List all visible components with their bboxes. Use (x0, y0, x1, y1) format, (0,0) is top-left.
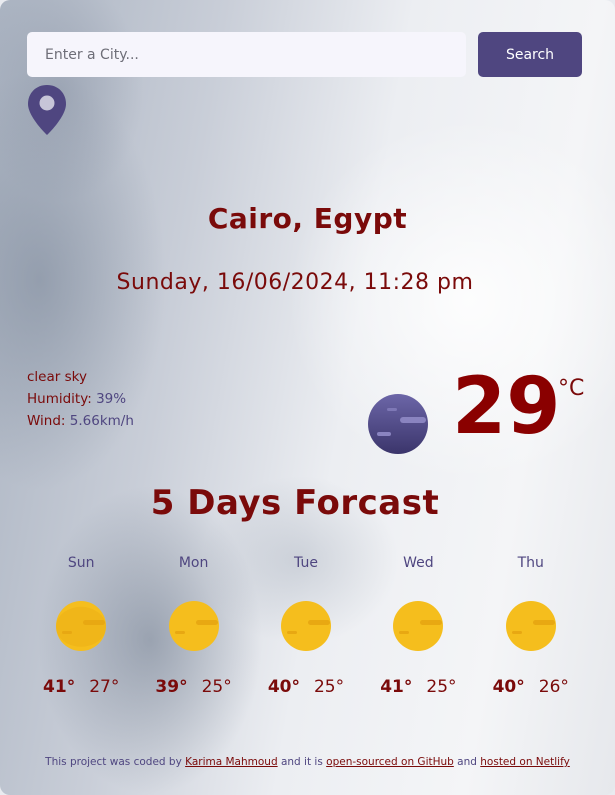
search-button[interactable]: Search (478, 32, 582, 77)
current-datetime: Sunday, 16/06/2024, 11:28 pm (116, 270, 474, 295)
forecast-day-name: Tue (294, 555, 318, 571)
forecast-temps: 41° 27° (43, 677, 119, 697)
wind-value: 5.66km/h (69, 413, 134, 429)
humidity: Humidity: 39% (27, 388, 134, 410)
forecast-min-temp: 26° (538, 677, 569, 697)
sun-icon (280, 601, 331, 651)
location-pin-icon[interactable] (27, 84, 67, 136)
search-form: Search (27, 32, 582, 77)
forecast-day: Sun 41° 27° (25, 555, 137, 697)
weather-description: clear sky (27, 369, 87, 385)
forecast-min-temp: 25° (201, 677, 232, 697)
netlify-link[interactable]: hosted on Netlify (480, 756, 570, 768)
forecast-list: Sun 41° 27° Mon 39° 25° Tue 40° 25° Wed … (25, 555, 587, 697)
forecast-day-name: Mon (178, 555, 209, 571)
forecast-temps: 40° 25° (268, 677, 344, 697)
forecast-day-name: Sun (67, 555, 95, 571)
forecast-max-temp: 40° (492, 677, 525, 697)
wind-label: Wind: (27, 413, 66, 429)
author-link[interactable]: Karima Mahmoud (185, 756, 278, 768)
forecast-day: Wed 41° 25° (362, 555, 474, 697)
forecast-max-temp: 41° (43, 677, 76, 697)
sun-icon (56, 601, 107, 651)
search-input[interactable] (27, 32, 466, 77)
forecast-min-temp: 25° (313, 677, 345, 697)
sun-icon (393, 601, 444, 651)
temperature-unit: °C (558, 376, 585, 401)
humidity-label: Humidity: (27, 391, 92, 407)
clear-night-moon-icon (368, 394, 428, 454)
forecast-min-temp: 27° (89, 677, 120, 697)
footer: This project was coded by Karima Mahmoud… (0, 756, 615, 768)
forecast-temps: 40° 26° (493, 677, 569, 697)
forecast-max-temp: 40° (267, 677, 300, 697)
forecast-day: Tue 40° 25° (250, 555, 362, 697)
forecast-temps: 39° 25° (155, 677, 231, 697)
forecast-min-temp: 25° (426, 677, 457, 697)
current-temperature: 29 (452, 362, 561, 452)
sun-icon (168, 601, 219, 651)
footer-text: and (453, 756, 481, 768)
forecast-day: Thu 40° 26° (475, 555, 587, 697)
humidity-value: 39% (96, 391, 127, 407)
wind: Wind: 5.66km/h (27, 410, 134, 432)
forecast-max-temp: 39° (155, 677, 188, 697)
forecast-day-name: Wed (403, 555, 434, 571)
weather-app: Search Cairo, Egypt Sunday, 16/06/2024, … (0, 0, 615, 795)
forecast-temps: 41° 25° (380, 677, 456, 697)
weather-details: clear sky Humidity: 39% Wind: 5.66km/h (27, 366, 134, 432)
footer-text: and it is (277, 756, 327, 768)
sun-icon (505, 601, 556, 651)
city-name: Cairo, Egypt (207, 202, 408, 235)
forecast-max-temp: 41° (380, 677, 413, 697)
github-link[interactable]: open-sourced on GitHub (326, 756, 454, 768)
forecast-day: Mon 39° 25° (137, 555, 249, 697)
forecast-day-name: Thu (517, 555, 544, 571)
forecast-title: 5 Days Forcast (150, 483, 440, 523)
footer-text: This project was coded by (45, 756, 186, 768)
